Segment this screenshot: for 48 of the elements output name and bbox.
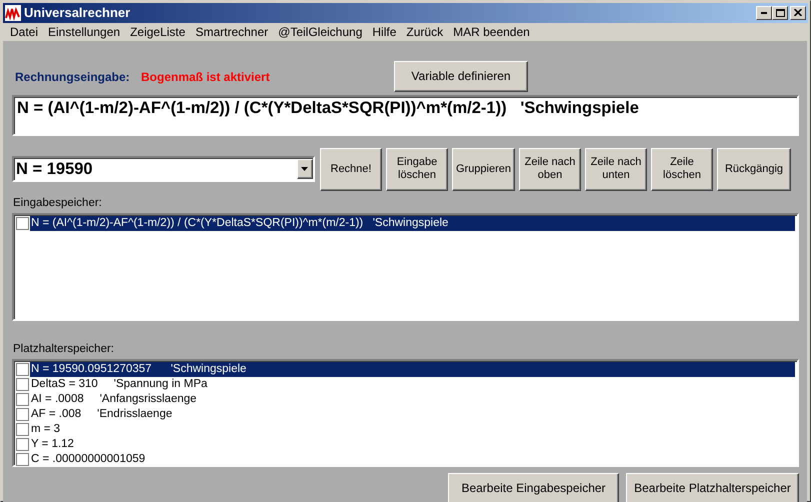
mode-notice: Bogenmaß ist aktiviert xyxy=(141,68,271,86)
action-button[interactable]: Rechne! xyxy=(320,148,382,190)
maximize-icon xyxy=(776,8,784,17)
menu-item[interactable]: @TeilGleichung xyxy=(273,22,368,40)
list-item[interactable]: C = .00000000001059 xyxy=(30,452,795,467)
checkbox[interactable] xyxy=(16,216,29,230)
action-button[interactable]: Gruppieren xyxy=(452,148,515,190)
checkbox[interactable] xyxy=(16,378,29,391)
minimize-icon xyxy=(761,12,767,14)
placeholder-store-label: Platzhalterspeicher: xyxy=(13,342,115,357)
menu-item[interactable]: Smartrechner xyxy=(190,22,274,40)
action-button[interactable]: Zeile löschen xyxy=(651,148,713,190)
menu-item[interactable]: Hilfe xyxy=(367,22,402,40)
list-item[interactable]: m = 3 xyxy=(30,422,795,437)
list-item[interactable]: AF = .008 'Endrisslaenge xyxy=(30,407,795,422)
app-logo-icon xyxy=(5,4,21,21)
checkbox[interactable] xyxy=(16,408,29,421)
input-label: Rechnungseingabe: xyxy=(15,68,131,86)
edit-store-button[interactable]: Bearbeite Eingabespeicher xyxy=(448,473,619,502)
list-item[interactable]: N = (AI^(1-m/2)-AF^(1-m/2)) / (C*(Y*DeltaS*SQR(PI))^m*(m/2-1)) 'Schwingspiele xyxy=(30,216,795,231)
result-combo[interactable]: N = 19590 xyxy=(12,156,315,182)
menu-item[interactable]: Datei xyxy=(5,22,44,40)
checkbox[interactable] xyxy=(16,453,29,466)
list-item[interactable]: Y = 1.12 xyxy=(30,437,795,452)
define-variable-button[interactable]: Variable definieren xyxy=(394,61,528,92)
window-title: Universalrechner xyxy=(24,4,130,22)
checkbox[interactable] xyxy=(16,423,29,436)
checkbox[interactable] xyxy=(16,393,29,406)
edit-store-button[interactable]: Bearbeite Platzhalterspeicher xyxy=(626,473,799,502)
menu-item[interactable]: ZeigeListe xyxy=(125,22,190,40)
minimize-button[interactable] xyxy=(756,6,772,20)
checkbox[interactable] xyxy=(16,438,29,451)
list-item[interactable]: N = 19590.0951270357 'Schwingspiele xyxy=(30,362,795,377)
action-button[interactable]: Eingabe löschen xyxy=(386,148,448,190)
input-store-label: Eingabespeicher: xyxy=(13,196,103,210)
list-item[interactable]: AI = .0008 'Anfangsrisslaenge xyxy=(30,392,795,407)
close-button[interactable] xyxy=(790,6,806,20)
menu-item[interactable]: MAR beenden xyxy=(448,22,535,40)
action-button[interactable]: Zeile nach oben xyxy=(519,148,581,190)
formula-field[interactable]: N = (AI^(1-m/2)-AF^(1-m/2)) / (C*(Y*DeltaS*SQR(PI))^m*(m/2-1)) 'Schwingspiele xyxy=(12,94,799,136)
menu-item[interactable]: Zurück xyxy=(401,22,448,40)
action-button[interactable]: Zeile nach unten xyxy=(585,148,647,190)
menu-item[interactable]: Einstellungen xyxy=(43,22,126,40)
list-item[interactable]: DeltaS = 310 'Spannung in MPa xyxy=(30,377,795,392)
action-button[interactable]: Rückgängig xyxy=(717,148,791,190)
maximize-button[interactable] xyxy=(772,6,788,20)
close-icon xyxy=(794,9,802,16)
checkbox[interactable] xyxy=(16,363,29,376)
